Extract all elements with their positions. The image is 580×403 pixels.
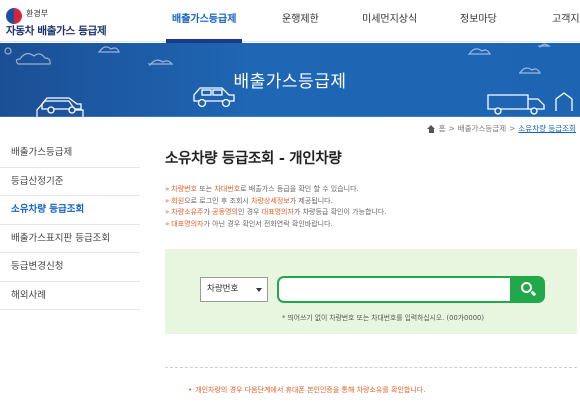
sidebar-item-sign-lookup[interactable]: 배출가스표지판 등급조회 [0,225,140,253]
ministry-name: 환경부 [26,9,49,18]
home-icon[interactable] [426,124,436,133]
search-icon [521,282,532,293]
search-type-value: 차량번호 [207,284,239,294]
search-button[interactable] [510,276,545,303]
divider [165,367,577,368]
breadcrumb-home[interactable]: 홈 [439,123,446,134]
ministry-emblem-icon [6,8,22,24]
site-logo[interactable]: 환경부 자동차 배출가스 등급제 [6,6,126,38]
nav-item-operation-limit[interactable]: 운행제한 [282,0,319,42]
top-header: 환경부 자동차 배출가스 등급제 배출가스등급제 운행제한 미세먼지상식 정보마… [0,0,580,43]
search-hint: * 띄어쓰기 없이 차량번호 또는 차대번호를 입력하십시오. (00가0000… [282,314,485,322]
search-type-select[interactable]: 차량번호 [200,277,268,302]
sidebar-item-grade-criteria[interactable]: 등급산정기준 [0,168,140,196]
notice-item: » 차량번호 또는 차대번호로 배출가스 등급을 확인 할 수 있습니다. [165,185,359,193]
page-banner: 배출가스등급제 [0,43,580,117]
notice-item: » 대표명의자가 아닌 경우 확인서 전화연락 확인바랍니다. [165,219,333,228]
site-title: 자동차 배출가스 등급제 [6,25,107,37]
breadcrumb-emission-grade[interactable]: 배출가스등급제 [458,123,506,134]
nav-item-fine-dust[interactable]: 미세먼지상식 [362,0,417,42]
notice-item: » 차량소유주가 공동명의인 경우 대표명의자가 차량등급 확인이 가능합니다. [165,208,387,216]
page-title: 소유차량 등급조회 - 개인차량 [165,151,342,167]
banner-title: 배출가스등급제 [233,72,347,92]
breadcrumb-separator: > [448,124,455,133]
breadcrumb-current[interactable]: 소유차량 등급조회 [518,123,576,134]
footnote-text: 개인차량의 경우 다음단계에서 휴대폰 본인인증을 통해 차량소유를 확인합니다… [195,386,426,394]
notice-item: » 회원으로 로그인 후 조회시 차량상세정보가 제공됩니다. [165,196,333,205]
sidebar-item-vehicle-lookup[interactable]: 소유차량 등급조회 [0,196,140,225]
notice-list: » 차량번호 또는 차대번호로 배출가스 등급을 확인 할 수 있습니다. » 회원… [165,184,575,230]
main-navigation: 배출가스등급제 운행제한 미세먼지상식 정보마당 고객지 [160,0,580,43]
breadcrumb: 홈 > 배출가스등급제 > 소유차량 등급조회 [426,123,576,134]
search-panel: 차량번호 * 띄어쓰기 없이 차량번호 또는 차대번호를 입력하십시오. (00… [165,249,577,334]
sidebar-item-overseas[interactable]: 해외사례 [0,282,140,310]
chevron-down-icon [256,288,262,292]
sidebar: 배출가스등급제 등급산정기준 소유차량 등급조회 배출가스표지판 등급조회 등급… [0,139,140,310]
footnote: • 개인차량의 경우 다음단계에서 휴대폰 본인인증을 통해 차량소유를 확인합니… [188,386,426,394]
search-input[interactable] [277,276,515,303]
nav-item-info[interactable]: 정보마당 [460,0,497,42]
sidebar-item-emission-grade[interactable]: 배출가스등급제 [0,139,140,168]
breadcrumb-separator: > [509,124,516,133]
sidebar-item-grade-change[interactable]: 등급변경신청 [0,253,140,282]
nav-item-emission-grade[interactable]: 배출가스등급제 [165,0,243,43]
nav-item-customer[interactable]: 고객지 [552,0,580,42]
